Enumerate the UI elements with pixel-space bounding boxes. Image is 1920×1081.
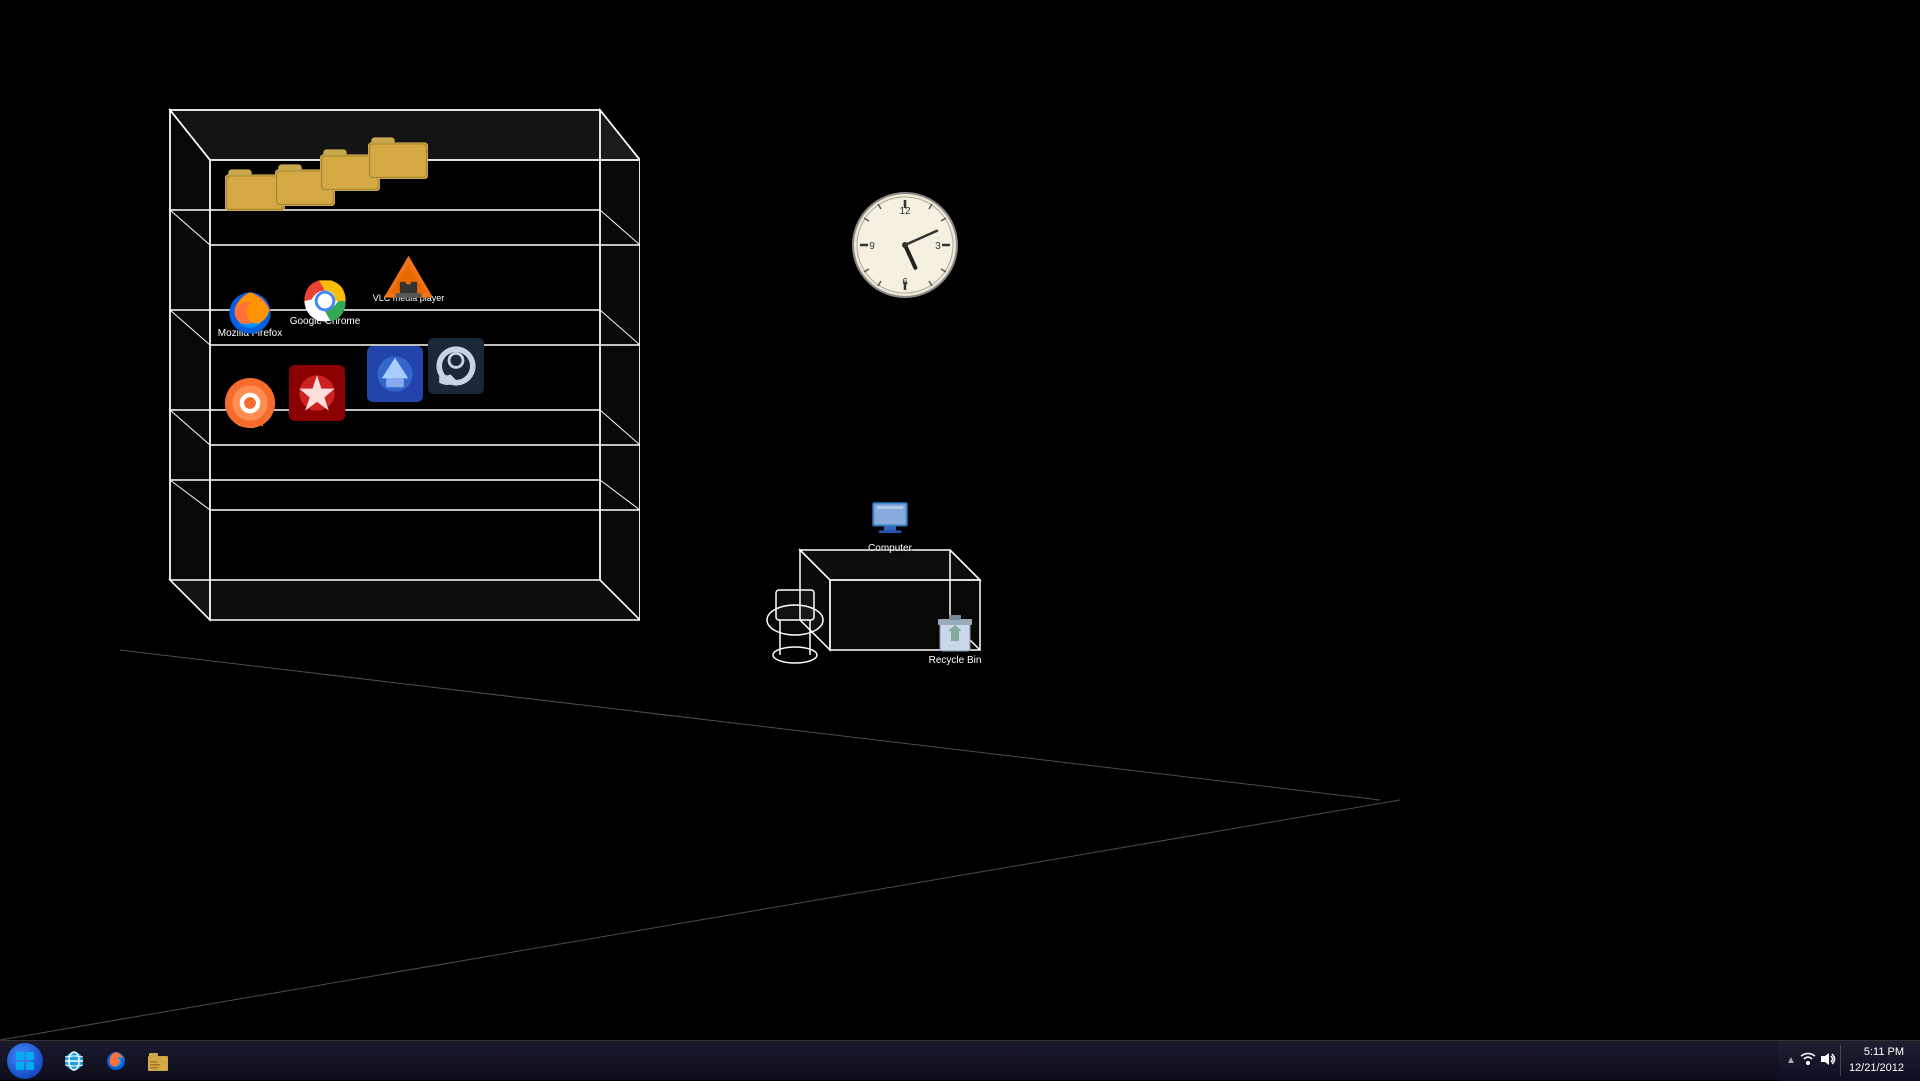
steam-icon[interactable]: Steam [426, 338, 486, 394]
tray-show-hidden[interactable]: ▲ [1786, 1055, 1796, 1066]
firefox-icon[interactable]: Mozilla Firefox [220, 285, 280, 341]
taskbar-pinned-apps [54, 1041, 178, 1081]
chrome-icon[interactable]: Google Chrome [295, 273, 355, 329]
taskbar: ▲ 5:11 PM 12/21/2012 [0, 1040, 1920, 1080]
extras-folder-icon[interactable]: Extras [368, 126, 428, 182]
taskbar-clock[interactable]: 5:11 PM 12/21/2012 [1840, 1045, 1912, 1076]
origin-icon[interactable]: Origin [220, 375, 280, 431]
start-button[interactable] [0, 1041, 50, 1081]
taskbar-firefox-icon[interactable] [96, 1042, 136, 1080]
taskbar-date: 12/21/2012 [1849, 1061, 1904, 1076]
tray-volume-icon[interactable] [1820, 1051, 1836, 1070]
tray-network-icon[interactable] [1800, 1051, 1816, 1070]
taskbar-ie-icon[interactable] [54, 1042, 94, 1080]
recycle-bin-icon[interactable]: Recycle Bin [920, 612, 990, 668]
vlc-icon[interactable]: VLC media player [376, 250, 441, 305]
start-orb[interactable] [7, 1043, 43, 1079]
taskbar-time: 5:11 PM [1849, 1045, 1904, 1060]
guildwars2-icon[interactable]: Guild Wars 2 [287, 365, 347, 421]
svg-text:6: 6 [902, 277, 908, 288]
svg-text:12: 12 [899, 206, 911, 217]
bookshelf: Games Docs Apps [120, 90, 640, 650]
taskbar-tray: ▲ 5:11 PM 12/21/2012 [1778, 1041, 1920, 1081]
computer-label: Computer [866, 542, 914, 556]
planetside2-icon[interactable]: PlanetSide 2 [360, 346, 430, 402]
recycle-bin-label: Recycle Bin [927, 654, 984, 668]
svg-text:9: 9 [869, 241, 875, 252]
taskbar-explorer-icon[interactable] [138, 1042, 178, 1080]
computer-desktop-icon[interactable]: Computer [855, 500, 925, 556]
clock-widget: 12 3 6 9 [850, 190, 960, 300]
tray-icons: ▲ [1786, 1051, 1836, 1070]
svg-text:3: 3 [935, 241, 941, 252]
